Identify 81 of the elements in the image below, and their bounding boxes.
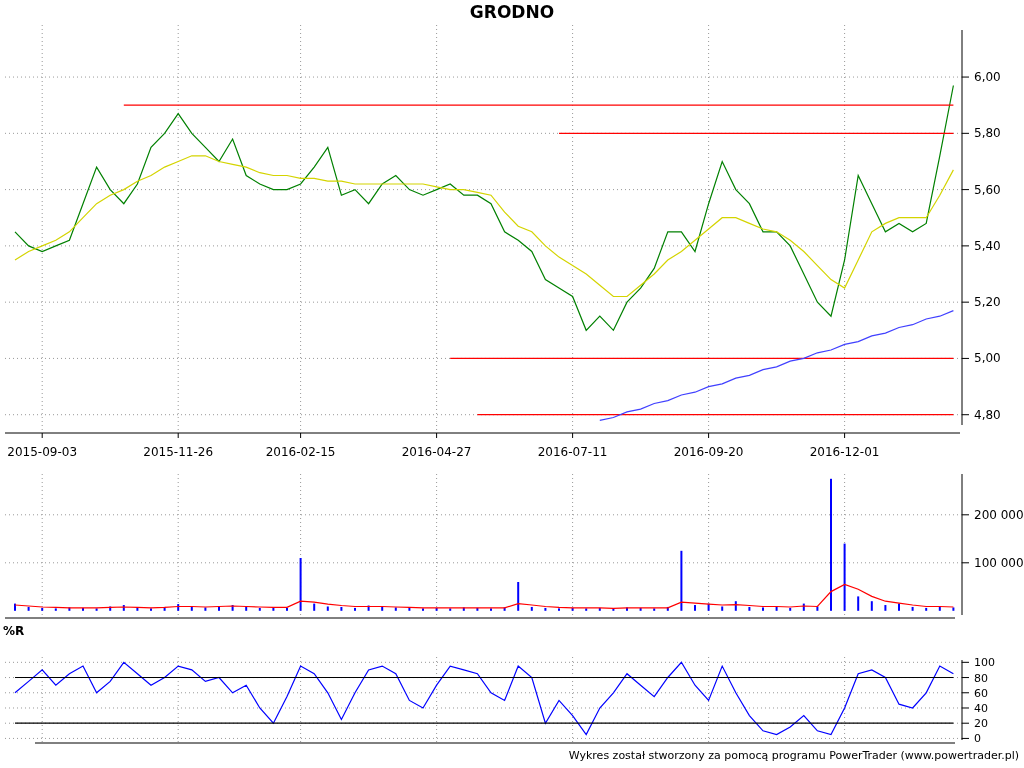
chart-title: GRODNO: [469, 0, 555, 24]
volume-bar: [843, 543, 846, 611]
price-label: 5,60: [974, 182, 1001, 197]
footer-note: Wykres został stworzony za pomocą programu PowerTrader (www.powertrader.pl): [568, 748, 1019, 764]
volume-bar: [598, 607, 601, 611]
indicator-label: %R: [3, 623, 25, 640]
volume-bar: [585, 608, 588, 611]
volume-bar: [54, 608, 57, 611]
volume-bar: [952, 607, 955, 611]
volume-bar: [911, 606, 914, 611]
volume-bar: [462, 607, 465, 611]
volume-bar: [789, 607, 792, 611]
volume-bar: [734, 601, 737, 611]
percent-label: 60: [974, 686, 988, 700]
volume-bar: [381, 606, 384, 611]
volume-bar: [122, 605, 125, 611]
date-label: 2016-09-20: [673, 445, 744, 459]
volume-bar: [326, 606, 329, 611]
volume-bar: [544, 607, 547, 611]
volume-bar: [748, 606, 751, 611]
volume-bar: [95, 608, 98, 611]
volume-bar: [299, 558, 302, 611]
percent-label: 80: [974, 671, 988, 685]
percent-label: 100: [974, 656, 995, 670]
volume-bar: [816, 606, 819, 611]
date-label: 2015-09-03: [7, 445, 78, 459]
volume-bar: [476, 607, 479, 611]
volume-bar: [449, 608, 452, 611]
volume-bar: [41, 607, 44, 611]
volume-label: 200 000: [974, 507, 1024, 522]
volume-bar: [435, 607, 438, 611]
volume-bar: [313, 603, 316, 611]
volume-bar: [612, 608, 615, 611]
volume-bar: [938, 606, 941, 611]
percent-label: 20: [974, 717, 988, 731]
price-label: 6,00: [974, 70, 1001, 85]
volume-bar: [666, 606, 669, 611]
volume-bar: [68, 607, 71, 611]
volume-bar: [653, 608, 656, 611]
price-label: 5,00: [974, 351, 1001, 366]
volume-bar: [136, 607, 139, 611]
percent-label: 0: [974, 732, 981, 746]
volume-bar: [408, 607, 411, 611]
volume-bar: [884, 605, 887, 611]
volume-bar: [272, 607, 275, 611]
volume-bar: [680, 550, 683, 611]
volume-bar: [775, 606, 778, 611]
volume-bar: [258, 607, 261, 611]
volume-bar: [27, 606, 30, 611]
volume-bar: [517, 582, 520, 611]
price-label: 5,20: [974, 295, 1001, 310]
volume-label: 100 000: [974, 555, 1024, 570]
volume-bar: [367, 605, 370, 611]
volume-bar: [245, 606, 248, 611]
volume-bar: [340, 606, 343, 611]
volume-bar: [721, 606, 724, 611]
volume-bar: [802, 603, 805, 611]
price-label: 5,80: [974, 126, 1001, 141]
volume-bar: [204, 607, 207, 611]
volume-bar: [571, 607, 574, 611]
date-label: 2015-11-26: [143, 445, 214, 459]
volume-bar: [857, 596, 860, 611]
price-label: 4,80: [974, 407, 1001, 422]
volume-bar: [163, 606, 166, 611]
price-label: 5,40: [974, 238, 1001, 253]
volume-bar: [177, 604, 180, 611]
volume-bar: [394, 607, 397, 611]
date-label: 2016-07-11: [537, 445, 608, 459]
volume-bar: [231, 605, 234, 611]
volume-bar: [925, 607, 928, 611]
percent-label: 40: [974, 702, 988, 715]
volume-bar: [639, 607, 642, 611]
date-label: 2016-12-01: [809, 445, 880, 459]
volume-bar: [870, 601, 873, 611]
date-label: 2016-02-15: [265, 445, 336, 459]
volume-bar: [707, 603, 710, 611]
volume-bar: [503, 607, 506, 611]
volume-bar: [530, 606, 533, 611]
volume-bar: [190, 606, 193, 611]
date-label: 2016-04-27: [401, 445, 472, 459]
volume-bar: [109, 606, 112, 611]
